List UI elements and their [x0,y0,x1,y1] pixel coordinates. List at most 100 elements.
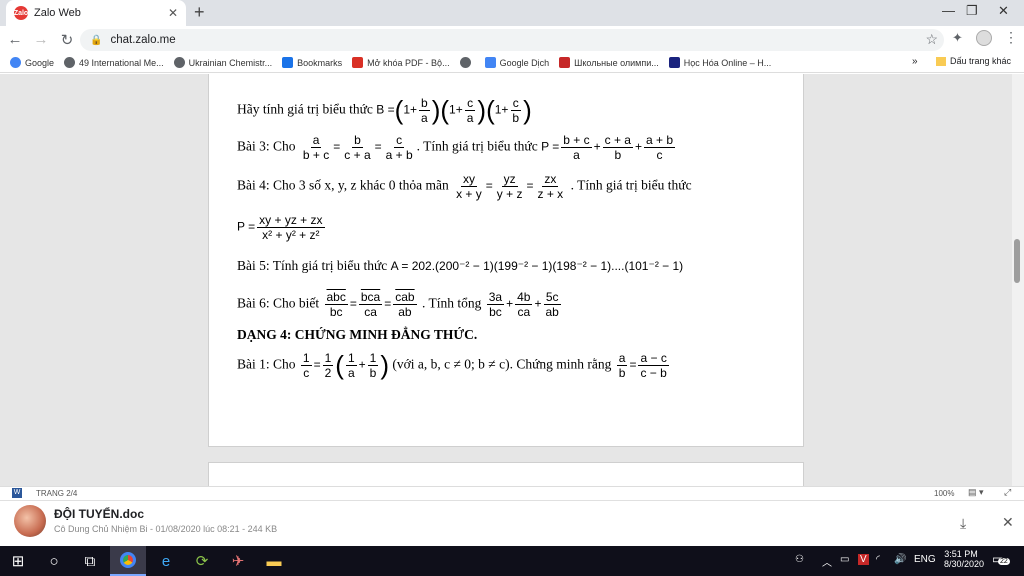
chevron-up-icon[interactable]: ︿ [822,554,832,569]
vietkey-icon[interactable]: V [858,554,869,565]
task-view-icon[interactable]: ⧉ [72,546,108,576]
language-indicator[interactable]: ENG [914,554,936,565]
app-icon[interactable]: ⟳ [184,546,220,576]
app-icon[interactable]: ✈ [220,546,256,576]
fraction: ca [465,96,476,125]
tab-title: Zalo Web [34,7,81,19]
zalo-icon: Zalo [14,6,28,20]
fraction: cb [510,96,521,125]
translate-icon [484,57,496,68]
zoom-level[interactable]: 100% [934,489,954,498]
fraction: ba [419,96,430,125]
doc-line: Bài 3: Cho ab + c = b c + a = c a + b. Tính gi… [237,133,676,162]
bookmark-star-icon[interactable]: ☆ [925,31,938,48]
download-icon[interactable]: ⤓ [960,515,966,532]
back-icon[interactable]: ← [4,31,26,48]
globe-icon [173,57,185,68]
other-bookmarks-label: Dấu trang khác [950,56,1012,66]
new-tab-button[interactable]: + [194,2,205,23]
profile-avatar[interactable] [976,30,992,46]
sender-avatar[interactable] [14,505,46,537]
file-message[interactable]: ĐỘI TUYỂN.doc Cô Dung Chủ Nhiệm Bi - 01/… [0,500,1024,546]
url-text: chat.zalo.me [110,34,176,46]
globe-icon [64,57,76,68]
doc-line: Bài 6: Cho biết abc bc = bca ca = cab ab . Tính… [237,290,561,319]
people-icon[interactable]: ⚇ [795,554,804,565]
school-icon [559,57,571,68]
file-name[interactable]: ĐỘI TUYỂN.doc [54,507,144,521]
close-icon[interactable]: ✕ [1002,514,1014,531]
battery-icon[interactable]: ▭ [840,554,849,565]
bookmark-label: Học Hóa Online – H... [683,57,772,68]
bookmark-item[interactable]: Ukrainian Chemistr... [173,57,273,68]
restore-icon[interactable]: ❐ [966,3,978,19]
file-meta: Cô Dung Chủ Nhiệm Bi - 01/08/2020 lúc 08… [54,524,278,534]
file-explorer-icon[interactable]: ▬ [256,546,292,576]
minimize-icon[interactable]: — [942,3,955,18]
line-text: Bài 4: Cho 3 số x, y, z khác 0 thỏa mãn [237,177,449,193]
bookmark-item[interactable]: Google Dịch [484,57,550,68]
address-bar[interactable]: 🔒 chat.zalo.me ☆ [80,29,944,51]
bookmark-label: Google [25,57,55,68]
bookmark-label: Bookmarks [297,57,343,68]
clock[interactable]: 3:51 PM 8/30/2020 [944,549,984,569]
bookmark-item[interactable]: Bookmarks [282,57,342,68]
scrollbar-thumb[interactable] [1014,239,1020,283]
doc-line: P = xy + yz + zx x² + y² + z² [237,213,325,242]
windows-start-icon[interactable]: ⊞ [0,546,36,576]
menu-icon[interactable]: ⋮ [1004,29,1018,46]
notification-icon[interactable]: ▭22 [992,552,1010,566]
pdf-icon [352,57,364,68]
line-text: Bài 6: Cho biết [237,295,320,311]
bookmark-item[interactable]: 49 International Me... [64,57,164,68]
document-page-next [208,462,804,486]
close-tab-icon[interactable]: ✕ [168,6,178,20]
edge-icon[interactable]: e [148,546,184,576]
google-icon [10,57,21,68]
other-bookmarks[interactable]: Dấu trang khác [936,56,1011,66]
view-options-icon[interactable]: ▤ ▾ [968,487,984,498]
tab-zalo-web[interactable]: Zalo Zalo Web ✕ [6,0,186,26]
more-bookmarks-button[interactable]: » [912,56,918,67]
line-text: . Tính tổng [421,295,482,311]
bookmark-label: 49 International Me... [79,57,164,68]
bookmark-item[interactable] [459,57,475,68]
bookmark-item[interactable]: Google [10,57,54,68]
bookmark-item[interactable]: Школьные олимпи... [559,57,659,68]
browser-toolbar: ← → ↻ 🔒 chat.zalo.me ☆ [0,26,1024,53]
notification-count: 22 [998,558,1010,565]
bookmark-label: Mở khóa PDF - Bộ... [367,57,450,68]
line-text: Bài 5: Tính giá trị biểu thức [237,258,388,273]
bookmark-label: Школьные олимпи... [574,57,659,68]
volume-icon[interactable]: 🔊 [894,554,906,565]
bookmark-item[interactable]: Mở khóa PDF - Bộ... [352,57,450,68]
paw-icon [668,57,680,68]
forward-icon[interactable]: → [30,31,52,48]
formula: A = 202.(200⁻² − 1)(199⁻² − 1)(198⁻² − 1… [390,259,684,273]
word-icon: W [12,488,22,498]
time: 3:51 PM [944,549,978,559]
folder-icon [936,56,946,66]
doc-line: Hãy tính giá trị biểu thức B =(1+ b a)(1+ c… [237,95,532,125]
chrome-icon[interactable] [110,546,146,576]
star-icon [282,57,294,68]
viewer-status-bar: W TRANG 2/4 100% ▤ ▾ ⤢ [0,486,1024,500]
doc-line: Bài 1: Cho 1 c = 1 2(1 a +1 b) (với a, b, c ≠ 0… [237,350,669,380]
close-window-icon[interactable]: ✕ [998,3,1009,19]
windows-taskbar: ⊞ ○ ⧉ e ⟳ ✈ ▬ ⚇ ︿ ▭ V ◜ 🔊 ENG 3:51 PM 8/… [0,546,1024,576]
line-text: . Tính giá trị biểu thức [570,177,692,193]
extensions-icon[interactable]: ✦ [952,30,963,46]
fullscreen-icon[interactable]: ⤢ [1004,487,1011,498]
line-text: Bài 1: Cho [237,356,296,372]
bookmark-label: Ukrainian Chemistr... [188,57,273,68]
bookmark-label: Google Dịch [499,57,550,68]
doc-line: Bài 5: Tính giá trị biểu thức A = 202.(2… [237,258,683,274]
section-heading: DẠNG 4: CHỨNG MINH ĐẲNG THỨC. [237,327,478,342]
bookmark-item[interactable]: Học Hóa Online – H... [668,57,772,68]
search-icon[interactable]: ○ [36,546,72,576]
lock-icon: 🔒 [90,34,103,46]
tab-strip: Zalo Zalo Web ✕ + — ❐ ✕ [0,0,1024,26]
network-icon[interactable]: ◜ [876,554,880,565]
reload-icon[interactable]: ↻ [56,31,78,49]
bookmarks-bar: Google 49 International Me... Ukrainian Ch… [0,53,1024,73]
